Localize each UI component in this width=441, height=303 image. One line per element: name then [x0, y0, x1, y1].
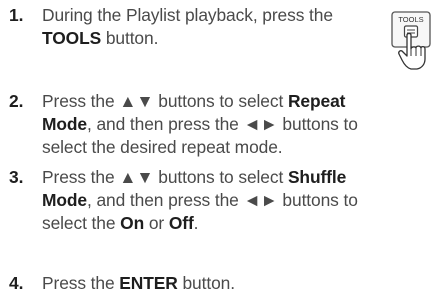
step-text: Press the ENTER button.	[42, 272, 235, 295]
step-text-part: , and then press the ◄► buttons to	[87, 114, 358, 134]
mode-bold: Mode	[42, 114, 88, 134]
step-text-part: , and then press the ◄► buttons to	[87, 190, 358, 210]
step-text-part: select the	[42, 213, 121, 233]
tools-remote-label: TOOLS	[398, 15, 423, 24]
step-number: 3.	[9, 167, 24, 187]
step-text: Press the ▲▼ buttons to select Shuffle Mo…	[42, 166, 358, 235]
step-3: 3. Press the ▲▼ buttons to select Shuffl…	[9, 166, 358, 235]
tools-remote-hand-icon: TOOLS	[391, 11, 431, 70]
step-text: Press the ▲▼ buttons to select Repeat Mod…	[42, 90, 358, 159]
step-text-part: button.	[101, 28, 159, 48]
step-1: 1. During the Playlist playback, press t…	[9, 4, 333, 50]
off-bold: Off	[168, 213, 194, 233]
step-number: 1.	[9, 5, 24, 25]
step-number: 2.	[9, 91, 24, 111]
step-text-part: button.	[177, 273, 235, 293]
step-text-part: Press the ▲▼ buttons to select	[42, 91, 288, 111]
step-text-part: Press the ▲▼ buttons to select	[42, 167, 288, 187]
step-2: 2. Press the ▲▼ buttons to select Repeat…	[9, 90, 358, 159]
tools-bold: TOOLS	[42, 28, 102, 48]
step-4: 4. Press the ENTER button.	[9, 272, 235, 295]
mode-bold: Mode	[42, 190, 88, 210]
step-text-part: Press the	[42, 273, 120, 293]
enter-bold: ENTER	[119, 273, 178, 293]
on-bold: On	[120, 213, 145, 233]
step-text-part: .	[193, 213, 199, 233]
step-text-part: During the Playlist playback, press the	[42, 5, 333, 25]
step-text-part: select the desired repeat mode.	[42, 137, 283, 157]
step-text-part: or	[144, 213, 169, 233]
repeat-bold: Repeat	[287, 91, 346, 111]
step-number: 4.	[9, 273, 24, 293]
step-text: During the Playlist playback, press the T…	[42, 4, 333, 50]
shuffle-bold: Shuffle	[287, 167, 347, 187]
